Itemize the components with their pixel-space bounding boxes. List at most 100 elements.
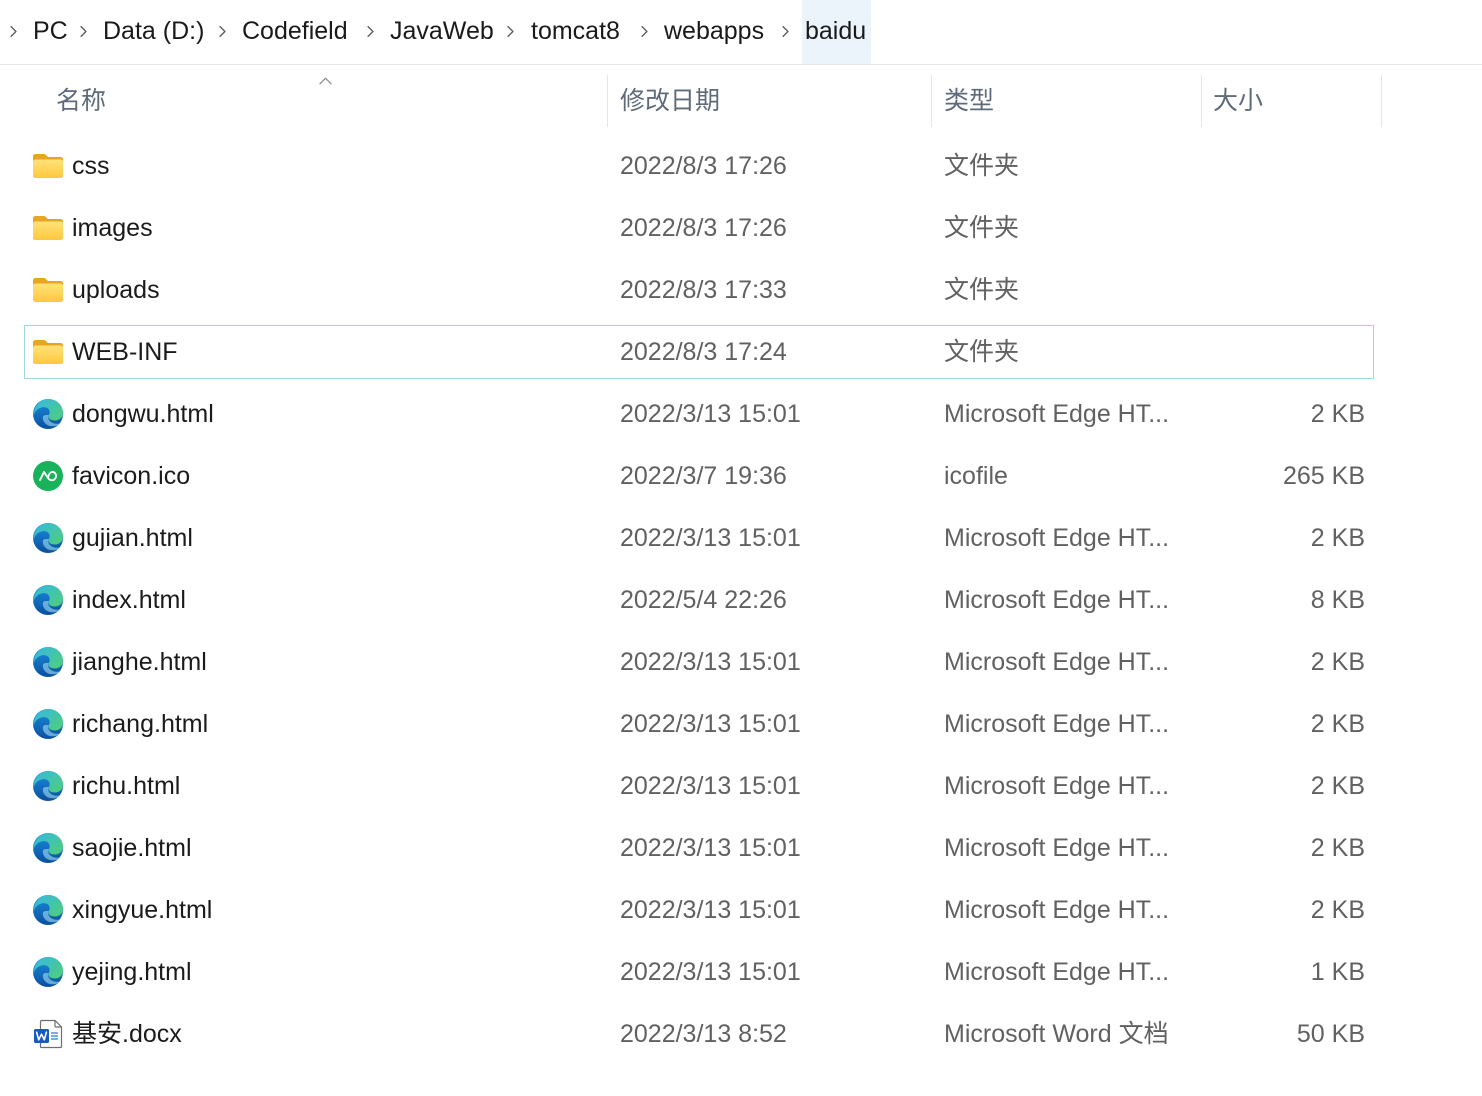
chevron-right-icon[interactable] bbox=[640, 25, 649, 38]
file-size: 2 KB bbox=[1310, 834, 1365, 862]
column-header-name[interactable]: 名称 bbox=[24, 75, 608, 127]
file-type: Microsoft Edge HT... bbox=[944, 896, 1170, 924]
file-type: Microsoft Edge HT... bbox=[944, 648, 1170, 676]
file-type: 文件夹 bbox=[944, 276, 1020, 304]
edge-html-file-icon bbox=[32, 522, 64, 554]
chevron-right-icon[interactable] bbox=[218, 25, 227, 38]
file-name: 基安.docx bbox=[72, 1020, 182, 1048]
file-name: richu.html bbox=[72, 772, 181, 800]
address-breadcrumb-bar: PC Data (D:) Codefield JavaWeb tomcat8 w… bbox=[0, 0, 1482, 65]
breadcrumb-item-pc[interactable]: PC bbox=[33, 0, 68, 64]
breadcrumb-item-codefield[interactable]: Codefield bbox=[242, 0, 348, 64]
file-row[interactable]: gujian.html 2022/3/13 15:01 Microsoft Ed… bbox=[24, 511, 1374, 565]
file-modified: 2022/8/3 17:24 bbox=[620, 338, 787, 366]
file-row[interactable]: favicon.ico 2022/3/7 19:36 icofile 265 K… bbox=[24, 449, 1374, 503]
breadcrumb-item-data-drive[interactable]: Data (D:) bbox=[103, 0, 204, 64]
file-size: 2 KB bbox=[1310, 896, 1365, 924]
file-size: 1 KB bbox=[1310, 958, 1365, 986]
file-row[interactable]: index.html 2022/5/4 22:26 Microsoft Edge… bbox=[24, 573, 1374, 627]
file-name: favicon.ico bbox=[72, 462, 191, 490]
file-type: Microsoft Word 文档 bbox=[944, 1020, 1169, 1048]
file-name: jianghe.html bbox=[72, 648, 207, 676]
file-modified: 2022/3/13 15:01 bbox=[620, 648, 801, 676]
file-name: dongwu.html bbox=[72, 400, 214, 428]
word-document-icon bbox=[32, 1018, 64, 1050]
file-name: WEB-INF bbox=[72, 338, 178, 366]
file-name: gujian.html bbox=[72, 524, 193, 552]
file-name: yejing.html bbox=[72, 958, 192, 986]
file-row[interactable]: richang.html 2022/3/13 15:01 Microsoft E… bbox=[24, 697, 1374, 751]
file-modified: 2022/3/13 15:01 bbox=[620, 524, 801, 552]
edge-html-file-icon bbox=[32, 770, 64, 802]
file-type: Microsoft Edge HT... bbox=[944, 958, 1170, 986]
breadcrumb-item-tomcat8[interactable]: tomcat8 bbox=[531, 0, 620, 64]
file-row[interactable]: saojie.html 2022/3/13 15:01 Microsoft Ed… bbox=[24, 821, 1374, 875]
ico-file-icon bbox=[32, 460, 64, 492]
edge-html-file-icon bbox=[32, 584, 64, 616]
file-size: 2 KB bbox=[1310, 648, 1365, 676]
file-row[interactable]: uploads 2022/8/3 17:33 文件夹 bbox=[24, 263, 1374, 317]
folder-icon bbox=[32, 274, 64, 306]
column-header-size-label: 大小 bbox=[1213, 87, 1264, 115]
sort-ascending-icon bbox=[319, 77, 332, 85]
file-name: index.html bbox=[72, 586, 186, 614]
file-row[interactable]: jianghe.html 2022/3/13 15:01 Microsoft E… bbox=[24, 635, 1374, 689]
file-name: xingyue.html bbox=[72, 896, 213, 924]
file-name: uploads bbox=[72, 276, 160, 304]
column-header-modified-label: 修改日期 bbox=[620, 87, 721, 115]
file-name: richang.html bbox=[72, 710, 209, 738]
file-row[interactable]: yejing.html 2022/3/13 15:01 Microsoft Ed… bbox=[24, 945, 1374, 999]
file-modified: 2022/5/4 22:26 bbox=[620, 586, 787, 614]
breadcrumb-item-baidu-current[interactable]: baidu bbox=[802, 0, 872, 64]
file-name: css bbox=[72, 152, 110, 180]
file-type: icofile bbox=[944, 462, 1008, 490]
edge-html-file-icon bbox=[32, 832, 64, 864]
file-type: 文件夹 bbox=[944, 214, 1020, 242]
file-row[interactable]: dongwu.html 2022/3/13 15:01 Microsoft Ed… bbox=[24, 387, 1374, 441]
file-size: 50 KB bbox=[1296, 1020, 1365, 1048]
chevron-right-icon[interactable] bbox=[366, 25, 375, 38]
file-type: Microsoft Edge HT... bbox=[944, 710, 1170, 738]
folder-icon bbox=[32, 336, 64, 368]
file-modified: 2022/3/13 8:52 bbox=[620, 1020, 787, 1048]
column-header-type[interactable]: 类型 bbox=[932, 75, 1202, 127]
file-row-focused[interactable]: WEB-INF 2022/8/3 17:24 文件夹 bbox=[24, 325, 1374, 379]
file-row[interactable]: images 2022/8/3 17:26 文件夹 bbox=[24, 201, 1374, 255]
chevron-right-icon[interactable] bbox=[506, 25, 515, 38]
chevron-right-icon[interactable] bbox=[781, 25, 790, 38]
file-row[interactable]: xingyue.html 2022/3/13 15:01 Microsoft E… bbox=[24, 883, 1374, 937]
file-size: 2 KB bbox=[1310, 400, 1365, 428]
edge-html-file-icon bbox=[32, 956, 64, 988]
file-type: Microsoft Edge HT... bbox=[944, 586, 1170, 614]
file-modified: 2022/8/3 17:26 bbox=[620, 152, 787, 180]
file-list: css 2022/8/3 17:26 文件夹 images 2022/8/3 1… bbox=[0, 130, 1482, 1096]
column-header-type-label: 类型 bbox=[944, 87, 995, 115]
file-type: 文件夹 bbox=[944, 338, 1020, 366]
chevron-right-icon[interactable] bbox=[9, 25, 18, 38]
file-modified: 2022/3/13 15:01 bbox=[620, 400, 801, 428]
chevron-right-icon[interactable] bbox=[79, 25, 88, 38]
file-row[interactable]: 基安.docx 2022/3/13 8:52 Microsoft Word 文档… bbox=[24, 1007, 1374, 1061]
file-type: Microsoft Edge HT... bbox=[944, 834, 1170, 862]
file-modified: 2022/8/3 17:26 bbox=[620, 214, 787, 242]
file-name: images bbox=[72, 214, 153, 242]
edge-html-file-icon bbox=[32, 646, 64, 678]
file-modified: 2022/3/7 19:36 bbox=[620, 462, 787, 490]
edge-html-file-icon bbox=[32, 894, 64, 926]
file-row[interactable]: richu.html 2022/3/13 15:01 Microsoft Edg… bbox=[24, 759, 1374, 813]
file-modified: 2022/3/13 15:01 bbox=[620, 772, 801, 800]
file-type: 文件夹 bbox=[944, 152, 1020, 180]
file-modified: 2022/3/13 15:01 bbox=[620, 834, 801, 862]
file-name: saojie.html bbox=[72, 834, 192, 862]
file-type: Microsoft Edge HT... bbox=[944, 524, 1170, 552]
file-size: 2 KB bbox=[1310, 710, 1365, 738]
breadcrumb-item-webapps[interactable]: webapps bbox=[664, 0, 764, 64]
column-header-modified[interactable]: 修改日期 bbox=[608, 75, 932, 127]
breadcrumb-item-javaweb[interactable]: JavaWeb bbox=[390, 0, 494, 64]
file-modified: 2022/3/13 15:01 bbox=[620, 958, 801, 986]
column-header-name-label: 名称 bbox=[56, 87, 107, 115]
edge-html-file-icon bbox=[32, 398, 64, 430]
file-row[interactable]: css 2022/8/3 17:26 文件夹 bbox=[24, 139, 1374, 193]
folder-icon bbox=[32, 212, 64, 244]
column-header-size[interactable]: 大小 bbox=[1202, 75, 1382, 127]
